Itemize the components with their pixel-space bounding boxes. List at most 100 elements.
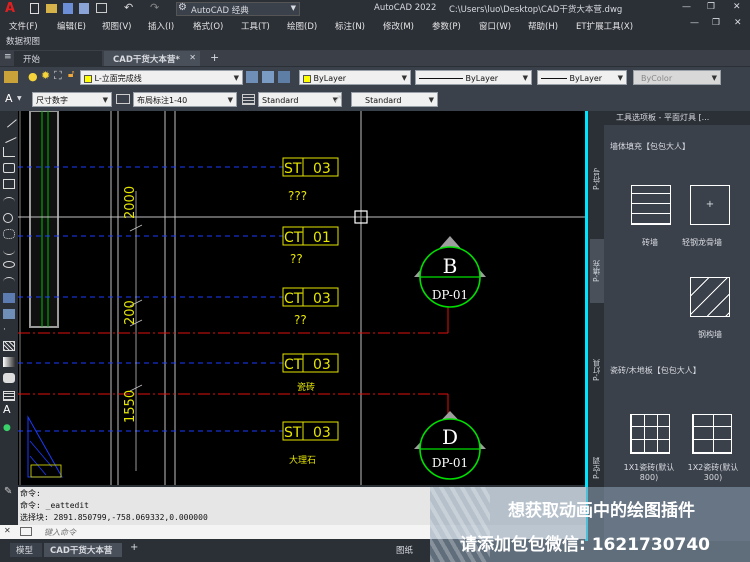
quick-access-save-icon[interactable]	[63, 3, 73, 14]
point-icon[interactable]: ·	[3, 325, 15, 335]
new-tab-button[interactable]: +	[210, 51, 219, 64]
dim-style-dropdown[interactable]: 布局标注1-40 ▼	[133, 92, 237, 107]
paper-space-toggle[interactable]: 图纸	[396, 544, 413, 556]
menu-restore-icon[interactable]: ❐	[712, 18, 720, 28]
gradient-icon[interactable]	[3, 357, 15, 367]
linetype-dropdown[interactable]: ByLayer ▼	[415, 70, 532, 85]
quick-access-open-icon[interactable]	[46, 4, 57, 13]
add-layout-button[interactable]: +	[130, 542, 138, 553]
menu-et-tools[interactable]: ET扩展工具(X)	[576, 20, 633, 32]
menu-parametric[interactable]: 参数(P)	[432, 20, 461, 32]
line-tool-icon[interactable]	[1, 112, 17, 128]
make-block-icon[interactable]	[3, 309, 15, 319]
tab-close-icon[interactable]: ✕	[189, 53, 196, 62]
material-tag[interactable]: CT 03 瓷砖	[282, 353, 339, 393]
layer-states-icon[interactable]	[278, 71, 290, 83]
mtext-icon[interactable]: A	[3, 404, 15, 415]
mleader-style-icon[interactable]: ↗	[333, 92, 342, 105]
elevation-symbol[interactable]: B DP-01	[414, 236, 486, 308]
menu-insert[interactable]: 插入(I)	[148, 20, 174, 32]
mleader-style-dropdown[interactable]: Standard ▼	[351, 92, 438, 107]
menu-close-icon[interactable]: ✕	[734, 18, 742, 28]
menu-view[interactable]: 视图(V)	[102, 20, 131, 32]
autocad-logo-icon[interactable]: A	[5, 1, 15, 16]
layer-previous-icon[interactable]	[262, 71, 274, 83]
text-style-dropdown[interactable]: 尺寸数字 ▼	[32, 92, 112, 107]
color-dropdown[interactable]: ByLayer ▼	[299, 70, 411, 85]
material-tag[interactable]: CT 01 ??	[282, 226, 339, 266]
layer-manager-icon[interactable]	[4, 71, 18, 83]
quick-access-plot-icon[interactable]	[96, 3, 107, 13]
table-style-icon[interactable]	[242, 94, 255, 105]
menu-minimize-icon[interactable]: —	[690, 18, 699, 28]
insert-block-icon[interactable]	[3, 293, 15, 303]
tab-p-hatch[interactable]: P-填充	[590, 239, 604, 303]
layer-dropdown[interactable]: L-立面完成线 ▼	[80, 70, 243, 85]
material-tag[interactable]: ST 03 大理石	[282, 421, 339, 466]
material-tag[interactable]: CT 03 ??	[282, 287, 339, 327]
palette-item-tile-1x2[interactable]: 1X2瓷砖(默认300)	[682, 414, 744, 490]
palette-item-steel-wall[interactable]: 钢构墙	[682, 277, 744, 345]
material-tag[interactable]: ST 03 ???	[282, 157, 339, 203]
minimize-button[interactable]: —	[682, 2, 691, 12]
spline-icon[interactable]	[3, 245, 15, 255]
text-style-icon[interactable]: A	[5, 92, 13, 105]
tab-document[interactable]: CAD干货大本营* ✕	[104, 51, 200, 66]
palette-item-tile-1x1[interactable]: 1X1瓷砖(默认800)	[618, 414, 680, 490]
tab-p-hvac[interactable]: P-空调	[590, 443, 604, 493]
redo-icon[interactable]: ↷	[150, 1, 159, 14]
lock-icon[interactable]: 🔓︎	[68, 69, 74, 80]
polygon-icon[interactable]	[3, 163, 15, 173]
palette-item-stud-wall[interactable]: + 轻钢龙骨墙	[682, 185, 744, 253]
command-close-icon[interactable]: ✕	[4, 526, 11, 535]
menu-tools[interactable]: 工具(T)	[241, 20, 270, 32]
circle-icon[interactable]	[3, 213, 13, 223]
tab-p-lighting[interactable]: P-灯具	[590, 345, 604, 395]
quick-access-saveas-icon[interactable]	[79, 3, 89, 14]
freeze-vp-icon[interactable]: ⛶	[54, 69, 62, 83]
tab-model[interactable]: 模型	[10, 543, 42, 557]
restore-button[interactable]: ❐	[707, 2, 715, 12]
elevation-symbol[interactable]: D DP-01	[414, 411, 486, 480]
tab-menu-icon[interactable]: ≡	[4, 52, 12, 62]
menu-window[interactable]: 窗口(W)	[479, 20, 511, 32]
rectangle-icon[interactable]	[3, 179, 15, 189]
sun-icon[interactable]: ✹	[41, 69, 50, 82]
hatch-icon[interactable]	[3, 341, 15, 351]
drawing-canvas[interactable]: 2000 200 1550 ST 03 ??? CT 01 ?? CT 03 ?…	[18, 111, 586, 485]
ellipse-icon[interactable]	[3, 261, 15, 268]
palette-item-brick[interactable]: 砖墙	[620, 185, 680, 253]
workspace-selector[interactable]: ⚙ AutoCAD 经典 ▼	[176, 2, 300, 16]
dim-style-icon[interactable]	[116, 94, 130, 104]
arc-icon[interactable]	[3, 197, 15, 207]
table-icon[interactable]	[3, 391, 15, 401]
data-view-label[interactable]: 数据视图	[6, 35, 40, 47]
add-selected-icon[interactable]: ●	[3, 423, 15, 433]
drawing-svg[interactable]: 2000 200 1550 ST 03 ??? CT 01 ?? CT 03 ?…	[18, 111, 586, 485]
close-button[interactable]: ✕	[733, 2, 741, 12]
polyline-icon[interactable]	[3, 147, 15, 157]
tab-p-symbol[interactable]: P-符号	[590, 149, 604, 209]
menu-dimension[interactable]: 标注(N)	[335, 20, 365, 32]
tab-layout[interactable]: CAD干货大本营	[44, 543, 122, 557]
menu-edit[interactable]: 编辑(E)	[57, 20, 86, 32]
plotstyle-dropdown[interactable]: ByColor ▼	[633, 70, 721, 85]
command-input[interactable]	[44, 526, 424, 538]
menu-file[interactable]: 文件(F)	[9, 20, 38, 32]
table-style-dropdown[interactable]: Standard ▼	[258, 92, 342, 107]
lineweight-dropdown[interactable]: ByLayer ▼	[537, 70, 627, 85]
region-icon[interactable]	[3, 373, 15, 383]
menu-format[interactable]: 格式(O)	[193, 20, 223, 32]
menu-draw[interactable]: 绘图(D)	[287, 20, 317, 32]
menu-modify[interactable]: 修改(M)	[383, 20, 414, 32]
quick-access-new-icon[interactable]	[30, 3, 39, 14]
make-current-layer-icon[interactable]	[246, 71, 258, 83]
undo-icon[interactable]: ↶	[124, 1, 133, 14]
construction-line-icon[interactable]	[1, 128, 17, 144]
palette-splitter[interactable]	[585, 111, 588, 541]
command-wrench-icon[interactable]: ✎	[4, 486, 12, 497]
revision-cloud-icon[interactable]	[3, 229, 15, 239]
lightbulb-icon[interactable]: ●	[28, 70, 38, 83]
tab-start[interactable]: 开始	[14, 51, 102, 66]
ellipse-arc-icon[interactable]	[3, 277, 15, 287]
